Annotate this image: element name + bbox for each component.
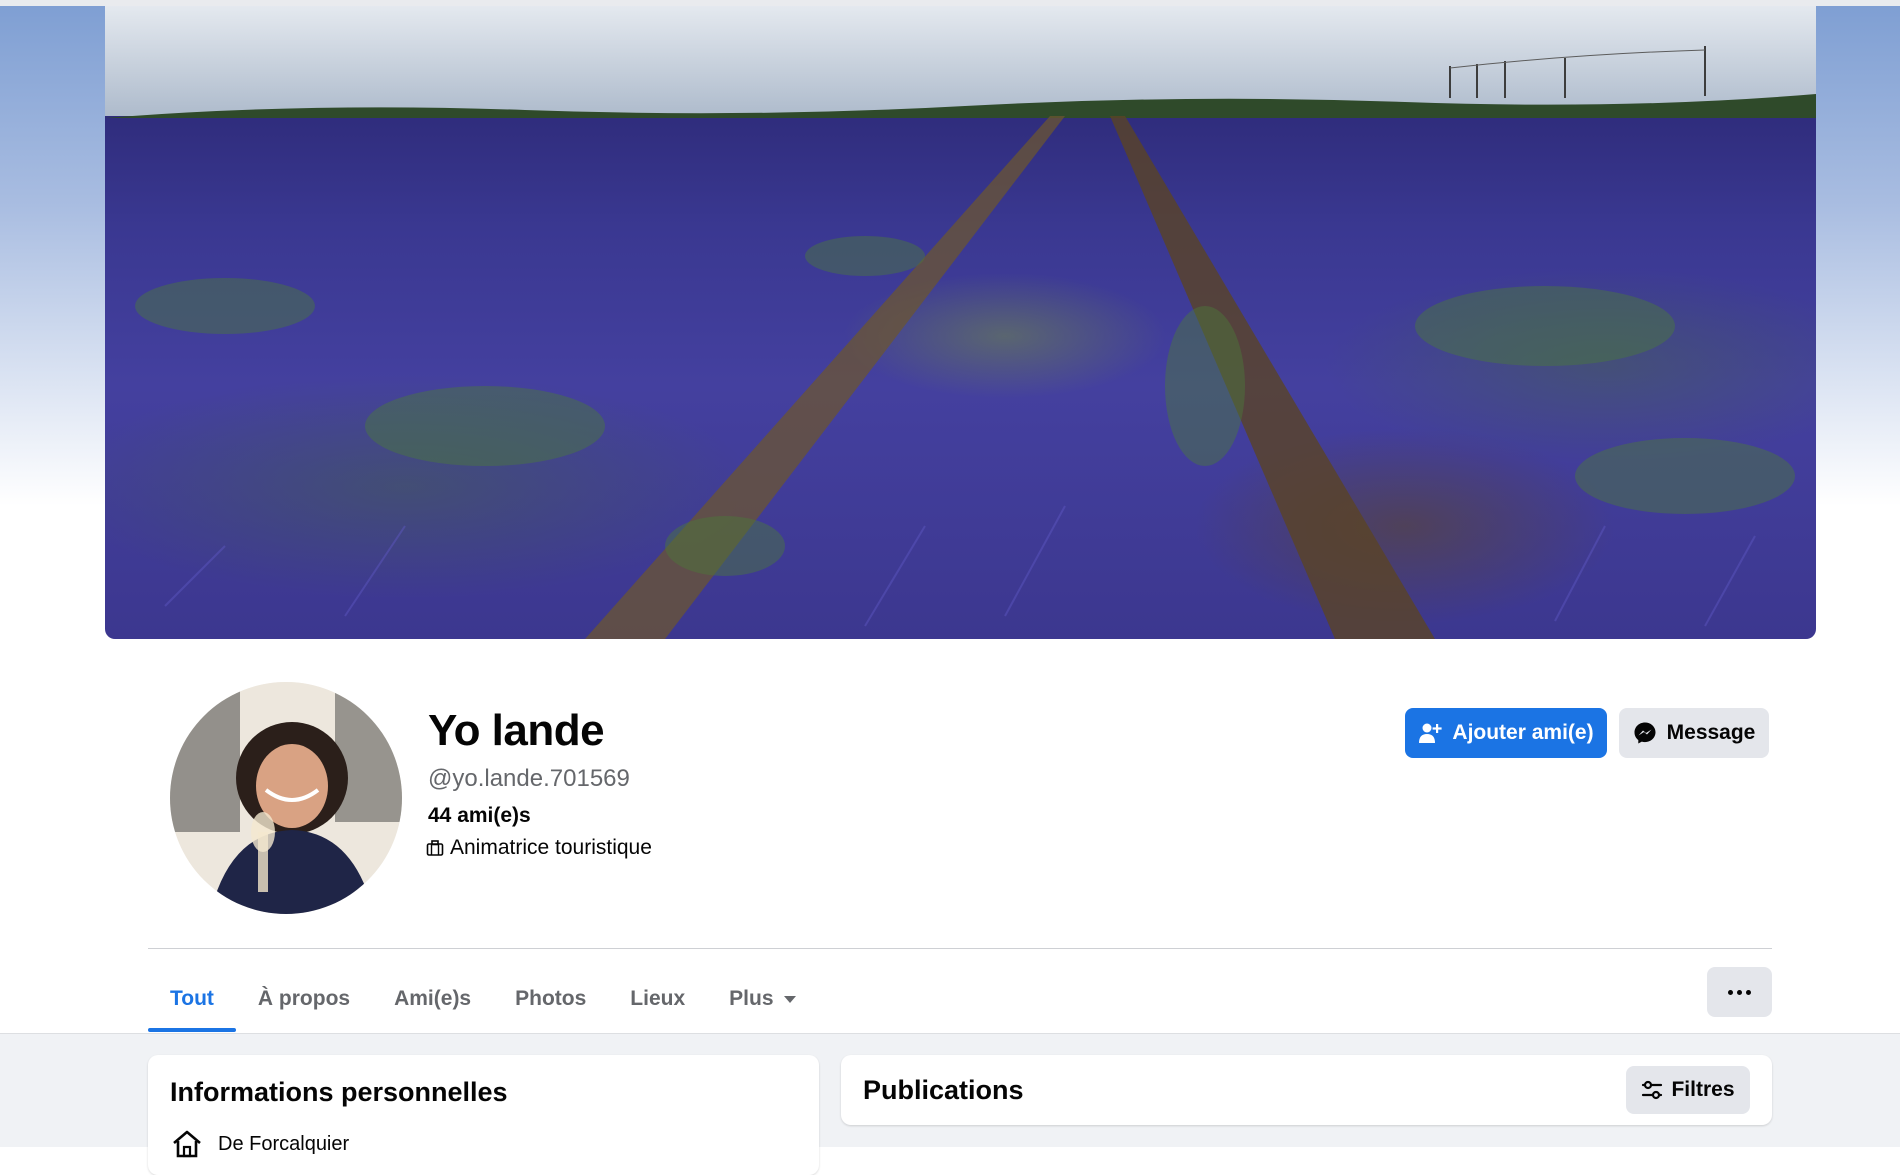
location-row: De Forcalquier [170,1127,349,1161]
more-options-button[interactable] [1707,967,1772,1017]
job-info: Animatrice touristique [426,836,652,860]
tab-photos[interactable]: Photos [493,966,608,1032]
header-divider [148,948,1772,949]
tab-label: Plus [729,987,774,1010]
tab-amis[interactable]: Ami(e)s [372,966,493,1032]
cover-photo[interactable] [105,6,1816,639]
tab-a-propos[interactable]: À propos [236,966,372,1032]
location-text: De Forcalquier [218,1132,350,1155]
tab-tout[interactable]: Tout [148,966,236,1032]
tab-lieux[interactable]: Lieux [608,966,707,1032]
friends-count-link[interactable]: 44 ami(e)s [428,804,531,828]
add-friend-label: Ajouter ami(e) [1452,721,1594,744]
tab-plus[interactable]: Plus [707,966,817,1032]
tab-label: Photos [515,987,587,1010]
message-button[interactable]: Message [1619,708,1769,758]
add-friend-button[interactable]: Ajouter ami(e) [1405,708,1607,758]
message-label: Message [1666,721,1756,744]
person-plus-icon [1419,723,1443,743]
profile-avatar[interactable] [166,678,406,918]
caret-down-icon [783,995,796,1003]
profile-name: Yo lande [428,706,605,755]
briefcase-icon [426,840,444,856]
personal-info-card: Informations personnelles De Forcalquier [148,1055,819,1175]
profile-handle: @yo.lande.701569 [428,765,630,792]
filters-label: Filtres [1671,1078,1735,1101]
home-icon [173,1130,201,1158]
sliders-icon [1642,1080,1663,1100]
tab-label: Tout [170,987,214,1010]
publications-title: Publications [863,1075,1024,1105]
tab-label: À propos [257,987,351,1010]
more-dots-icon [1728,989,1751,995]
tab-label: Ami(e)s [394,987,472,1010]
publications-card: Publications Filtres [841,1055,1772,1125]
job-title: Animatrice touristique [450,836,652,859]
personal-info-title: Informations personnelles [170,1077,508,1107]
messenger-icon [1634,722,1656,744]
profile-tabs: Tout À propos Ami(e)s Photos Lieux Plus [148,966,818,1032]
filters-button[interactable]: Filtres [1626,1066,1750,1114]
avatar-photo [170,682,402,914]
lavender-field-illustration [105,6,1816,639]
tab-label: Lieux [630,987,686,1010]
